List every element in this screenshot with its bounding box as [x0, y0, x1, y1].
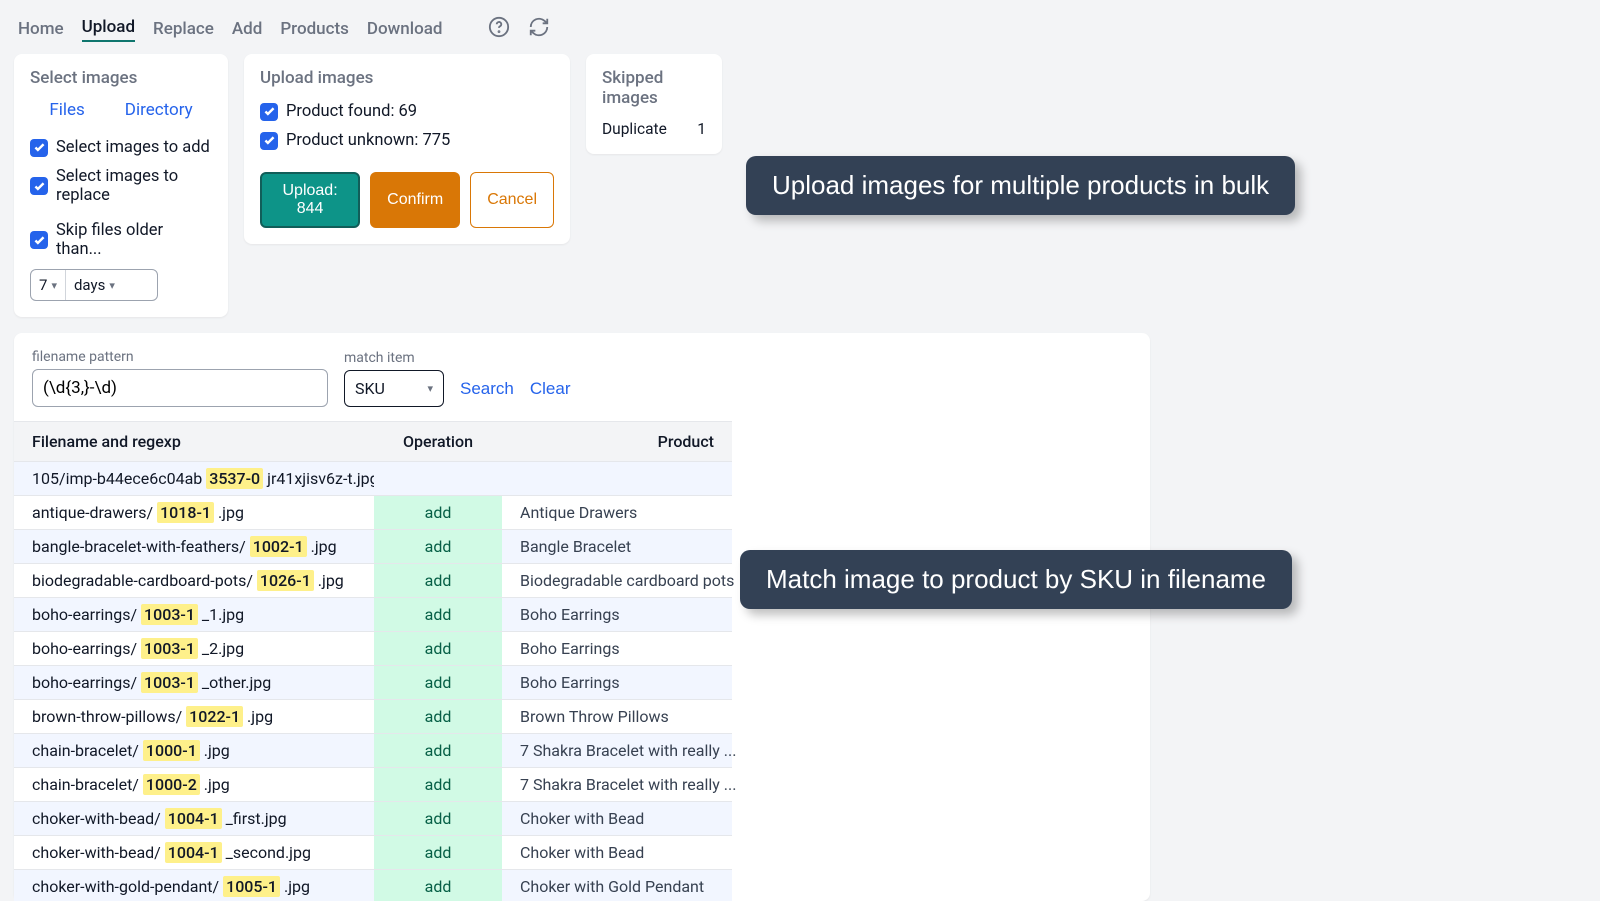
- age-select[interactable]: 7▾ days▾: [30, 269, 158, 301]
- checkbox-replace[interactable]: [30, 177, 48, 195]
- top-nav: Home Upload Replace Add Products Downloa…: [0, 0, 1600, 50]
- cell-filename: biodegradable-cardboard-pots/ 1026-1 .jp…: [14, 563, 374, 597]
- cancel-button[interactable]: Cancel: [470, 172, 554, 228]
- skipped-images-panel: Skipped images Duplicate 1: [586, 54, 722, 154]
- cell-product: Brown Throw Pillows: [502, 699, 732, 733]
- callout-upload-bulk: Upload images for multiple products in b…: [746, 156, 1295, 215]
- chevron-down-icon: ▾: [427, 382, 433, 395]
- checkbox-add[interactable]: [30, 139, 48, 157]
- skipped-images-title: Skipped images: [602, 68, 706, 108]
- duplicate-label: Duplicate: [602, 120, 667, 138]
- product-found-label: Product found: 69: [286, 102, 417, 121]
- cell-filename: boho-earrings/ 1003-1 _2.jpg: [14, 631, 374, 665]
- cell-operation: add: [374, 563, 502, 597]
- help-icon[interactable]: [488, 16, 510, 42]
- cell-filename: 105/imp-b44ece6c04ab 3537-0 jr41xjisv6z-…: [14, 461, 374, 495]
- checkbox-product-found[interactable]: [260, 103, 278, 121]
- upload-images-panel: Upload images Product found: 69 Product …: [244, 54, 570, 244]
- cell-operation: add: [374, 869, 502, 901]
- cell-product: Choker with Bead: [502, 835, 732, 869]
- cell-product: Choker with Bead: [502, 801, 732, 835]
- match-table-panel: filename pattern match item SKU▾ Search …: [14, 333, 1150, 901]
- cell-operation: add: [374, 835, 502, 869]
- cell-operation: add: [374, 699, 502, 733]
- match-item-select[interactable]: SKU▾: [344, 370, 444, 407]
- cell-filename: chain-bracelet/ 1000-2 .jpg: [14, 767, 374, 801]
- checkbox-replace-label: Select images to replace: [56, 167, 212, 205]
- cell-filename: chain-bracelet/ 1000-1 .jpg: [14, 733, 374, 767]
- filename-pattern-input[interactable]: [32, 369, 328, 407]
- chevron-down-icon: ▾: [109, 279, 115, 292]
- tab-directory[interactable]: Directory: [125, 100, 193, 120]
- cell-filename: brown-throw-pillows/ 1022-1 .jpg: [14, 699, 374, 733]
- nav-upload[interactable]: Upload: [82, 17, 135, 42]
- upload-images-title: Upload images: [260, 68, 554, 88]
- nav-replace[interactable]: Replace: [153, 19, 214, 39]
- callout-match-sku: Match image to product by SKU in filenam…: [740, 550, 1292, 609]
- cell-product: Boho Earrings: [502, 665, 732, 699]
- match-item-label: match item: [344, 350, 444, 366]
- checkbox-skip-older[interactable]: [30, 231, 48, 249]
- pattern-label: filename pattern: [32, 349, 328, 365]
- cell-product: Antique Drawers: [502, 495, 732, 529]
- cell-operation: add: [374, 495, 502, 529]
- select-images-panel: Select images Files Directory Select ima…: [14, 54, 228, 317]
- cell-operation: add: [374, 801, 502, 835]
- cell-filename: bangle-bracelet-with-feathers/ 1002-1 .j…: [14, 529, 374, 563]
- cell-operation: add: [374, 529, 502, 563]
- cell-filename: choker-with-gold-pendant/ 1005-1 .jpg: [14, 869, 374, 901]
- cell-product: Biodegradable cardboard pots: [502, 563, 732, 597]
- clear-button[interactable]: Clear: [530, 379, 571, 399]
- nav-home[interactable]: Home: [18, 19, 64, 39]
- cell-product: Boho Earrings: [502, 631, 732, 665]
- cell-filename: choker-with-bead/ 1004-1 _first.jpg: [14, 801, 374, 835]
- cell-product: Choker with Gold Pendant: [502, 869, 732, 901]
- cell-operation: add: [374, 767, 502, 801]
- cell-filename: boho-earrings/ 1003-1 _1.jpg: [14, 597, 374, 631]
- nav-products[interactable]: Products: [280, 19, 349, 39]
- cell-filename: choker-with-bead/ 1004-1 _second.jpg: [14, 835, 374, 869]
- cell-filename: antique-drawers/ 1018-1 .jpg: [14, 495, 374, 529]
- cell-operation: add: [374, 597, 502, 631]
- cell-product: 7 Shakra Bracelet with really ...: [502, 733, 732, 767]
- col-filename: Filename and regexp: [14, 421, 374, 461]
- cell-product: [502, 461, 732, 495]
- cell-filename: boho-earrings/ 1003-1 _other.jpg: [14, 665, 374, 699]
- nav-download[interactable]: Download: [367, 19, 443, 39]
- col-product: Product: [502, 421, 732, 461]
- cell-operation: add: [374, 665, 502, 699]
- upload-button[interactable]: Upload: 844: [260, 172, 360, 228]
- checkbox-skip-older-label: Skip files older than...: [56, 221, 212, 259]
- cell-operation: add: [374, 631, 502, 665]
- cell-product: Bangle Bracelet: [502, 529, 732, 563]
- cell-product: 7 Shakra Bracelet with really ...: [502, 767, 732, 801]
- checkbox-product-unknown[interactable]: [260, 132, 278, 150]
- cell-operation: [374, 461, 502, 495]
- select-images-title: Select images: [30, 68, 212, 88]
- cell-operation: add: [374, 733, 502, 767]
- cell-product: Boho Earrings: [502, 597, 732, 631]
- col-operation: Operation: [374, 421, 502, 461]
- duplicate-count: 1: [697, 120, 706, 138]
- tab-files[interactable]: Files: [49, 100, 84, 120]
- nav-add[interactable]: Add: [232, 19, 262, 39]
- confirm-button[interactable]: Confirm: [370, 172, 460, 228]
- chevron-down-icon: ▾: [51, 279, 57, 292]
- search-button[interactable]: Search: [460, 379, 514, 399]
- checkbox-add-label: Select images to add: [56, 138, 210, 157]
- refresh-icon[interactable]: [528, 16, 550, 42]
- product-unknown-label: Product unknown: 775: [286, 131, 450, 150]
